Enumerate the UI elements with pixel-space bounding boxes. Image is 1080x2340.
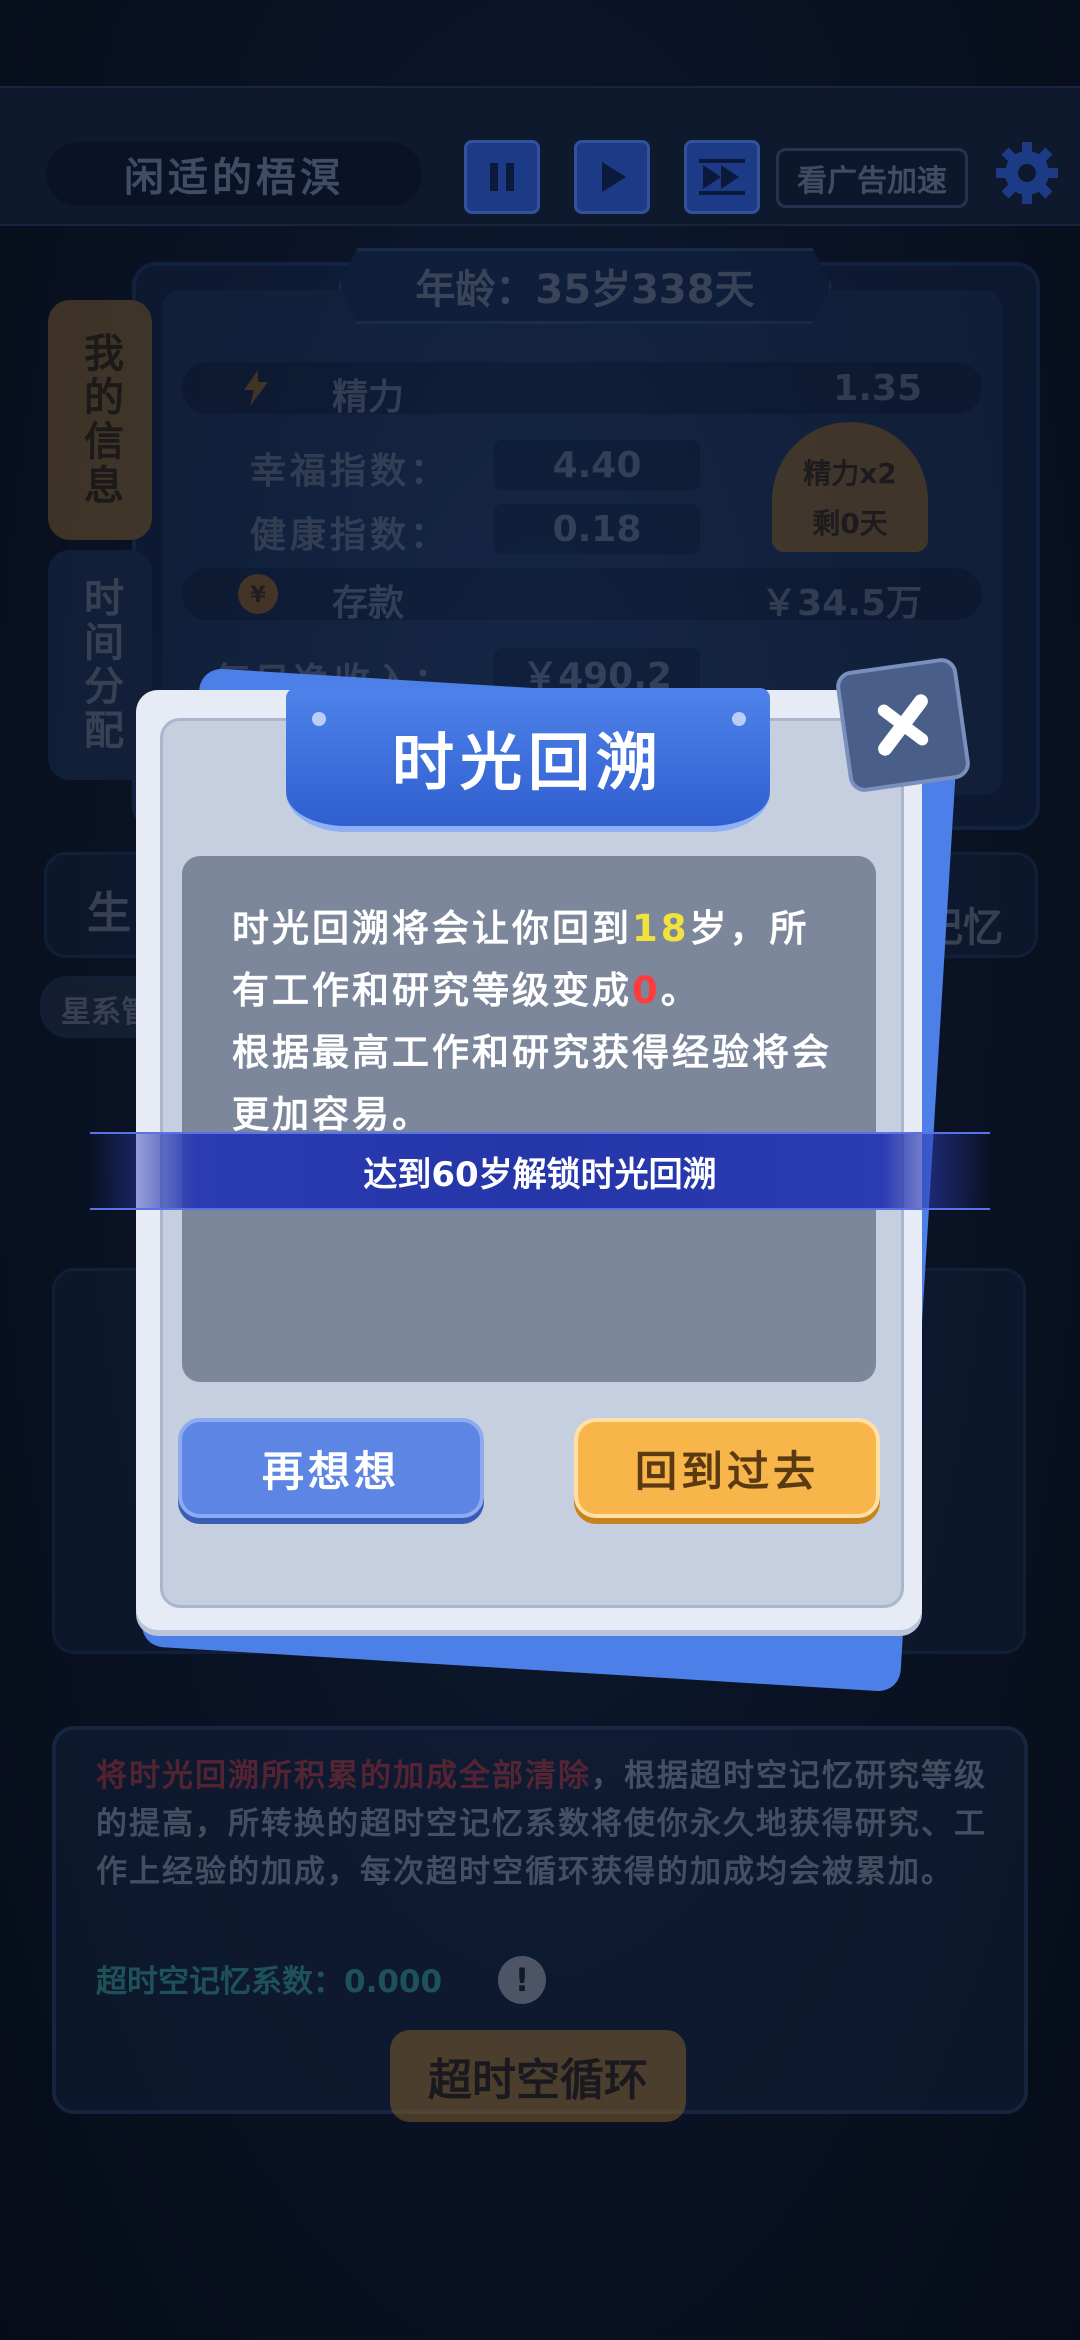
title-rivet-left	[312, 712, 326, 726]
modal-title: 时光回溯	[286, 688, 770, 832]
unlock-notice: 达到60岁解锁时光回溯	[90, 1132, 990, 1210]
confirm-rewind-button[interactable]: 回到过去	[574, 1418, 880, 1518]
target-age: 18	[632, 907, 690, 950]
description-part1: 时光回溯将会让你回到	[232, 907, 632, 950]
reset-level: 0	[632, 969, 661, 1012]
modal-description: 时光回溯将会让你回到18岁，所有工作和研究等级变成0。 根据最高工作和研究获得经…	[232, 898, 842, 1146]
description-line3: 根据最高工作和研究获得经验将会更加容易。	[232, 1031, 832, 1136]
cancel-button[interactable]: 再想想	[178, 1418, 484, 1518]
title-rivet-right	[732, 712, 746, 726]
description-part3: 。	[660, 969, 701, 1012]
close-icon	[877, 694, 929, 756]
close-button[interactable]	[834, 656, 972, 794]
